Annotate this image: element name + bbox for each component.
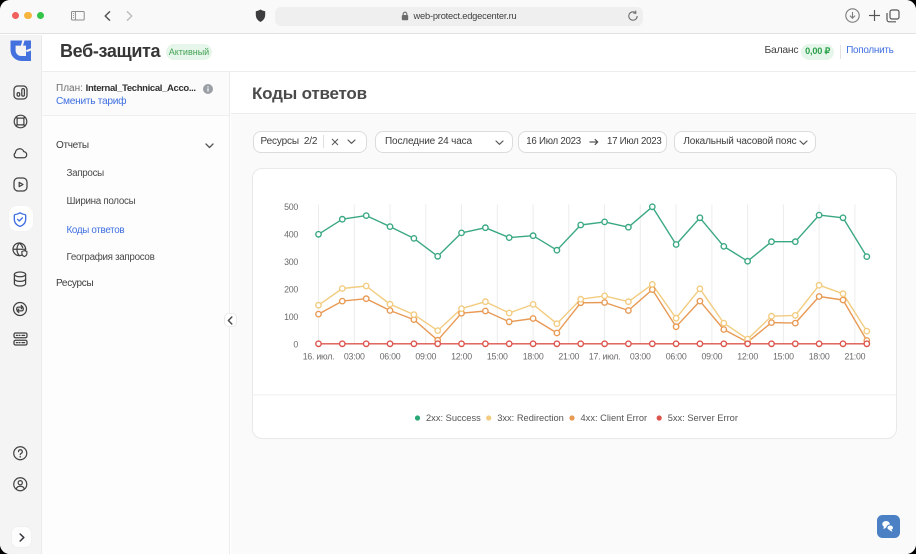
- svg-text:4xx: Client Error: 4xx: Client Error: [581, 413, 648, 423]
- svg-text:100: 100: [284, 312, 298, 322]
- svg-text:500: 500: [284, 202, 298, 212]
- svg-text:2xx: Success: 2xx: Success: [426, 413, 481, 423]
- svg-text:3xx: Redirection: 3xx: Redirection: [497, 413, 564, 423]
- svg-text:17. июл.: 17. июл.: [589, 351, 621, 361]
- svg-text:21:00: 21:00: [558, 351, 579, 361]
- svg-text:400: 400: [284, 229, 298, 239]
- svg-text:15:00: 15:00: [773, 351, 794, 361]
- svg-text:06:00: 06:00: [666, 351, 687, 361]
- svg-text:15:00: 15:00: [487, 351, 508, 361]
- svg-text:09:00: 09:00: [415, 351, 436, 361]
- svg-text:06:00: 06:00: [380, 351, 401, 361]
- svg-text:0: 0: [293, 339, 298, 349]
- svg-text:300: 300: [284, 257, 298, 267]
- svg-text:18:00: 18:00: [523, 351, 544, 361]
- svg-text:03:00: 03:00: [630, 351, 651, 361]
- svg-text:12:00: 12:00: [737, 351, 758, 361]
- svg-text:200: 200: [284, 284, 298, 294]
- svg-text:21:00: 21:00: [845, 351, 866, 361]
- svg-text:09:00: 09:00: [702, 351, 723, 361]
- svg-text:03:00: 03:00: [344, 351, 365, 361]
- svg-text:5xx: Server Error: 5xx: Server Error: [668, 413, 738, 423]
- svg-text:12:00: 12:00: [451, 351, 472, 361]
- svg-text:16. июл.: 16. июл.: [303, 351, 335, 361]
- svg-text:18:00: 18:00: [809, 351, 830, 361]
